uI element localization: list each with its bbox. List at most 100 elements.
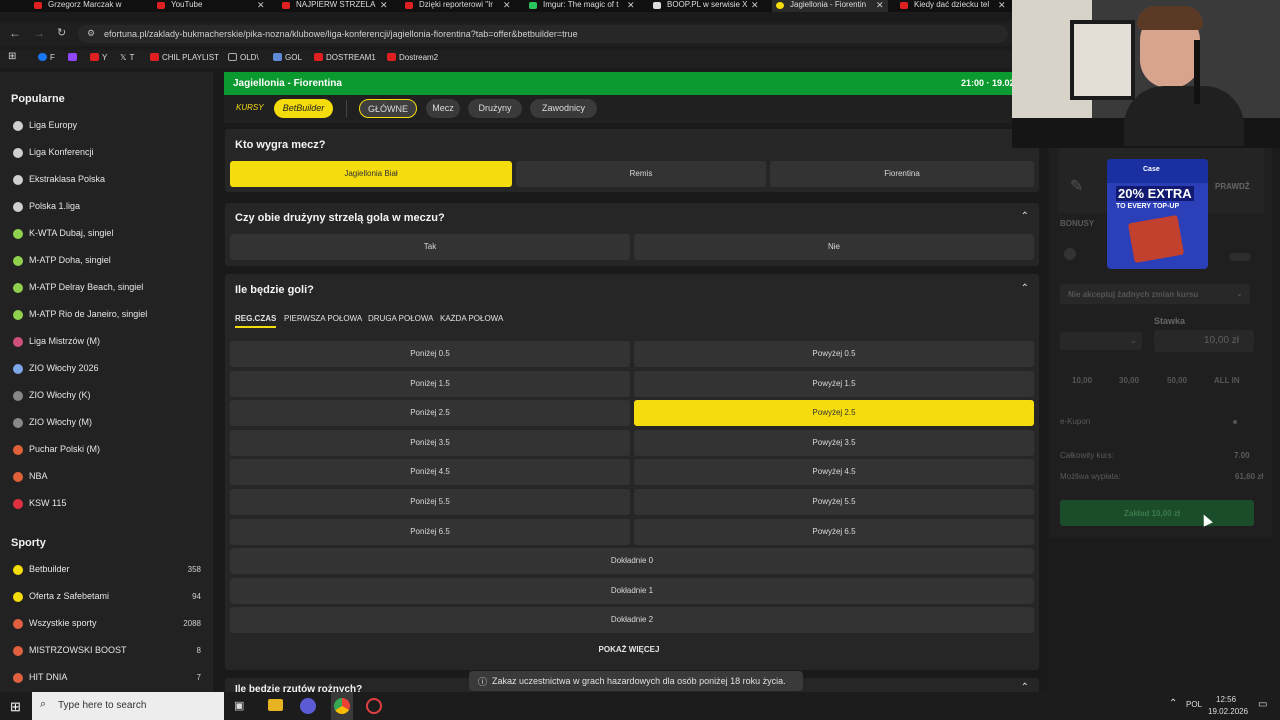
odds-button[interactable]: Poniżej 3.5 xyxy=(230,429,630,456)
obs-icon[interactable] xyxy=(366,698,382,714)
payment-method-select[interactable]: ⌄ xyxy=(1060,332,1142,350)
ekupon-toggle[interactable] xyxy=(1233,420,1237,424)
subtab-regular-time[interactable]: REG.CZAS xyxy=(235,314,277,328)
forward-icon[interactable]: → xyxy=(33,26,45,40)
odds-button[interactable]: Powyżej 0.5 xyxy=(634,341,1034,367)
quick-stake-button[interactable]: 10,00 xyxy=(1072,376,1092,385)
betbuilder-toggle[interactable]: BetBuilder xyxy=(274,99,333,118)
tab-zawodnicy[interactable]: Zawodnicy xyxy=(530,99,597,118)
reload-icon[interactable]: ↻ xyxy=(57,26,66,39)
tab-druzyny[interactable]: Drużyny xyxy=(468,99,522,118)
subtab-first-half[interactable]: PIERWSZA POŁOWA xyxy=(284,314,362,323)
close-icon[interactable]: ✕ xyxy=(751,0,759,11)
bookmark-dostream1[interactable]: DOSTREAM1 xyxy=(314,53,376,62)
close-icon[interactable]: ✕ xyxy=(998,0,1006,11)
site-info-icon[interactable]: ⚙ xyxy=(87,28,95,39)
odds-button[interactable]: Poniżej 4.5 xyxy=(230,459,630,486)
file-explorer-icon[interactable] xyxy=(268,699,283,711)
task-view-icon[interactable]: ▣ xyxy=(234,699,244,712)
tab-mecz[interactable]: Mecz xyxy=(426,99,460,118)
show-more-button[interactable]: POKAŻ WIĘCEJ xyxy=(225,645,1033,654)
all-in-button[interactable]: ALL IN xyxy=(1214,376,1240,385)
odds-button[interactable]: Powyżej 1.5 xyxy=(634,370,1034,397)
browser-tab[interactable]: BOOP.PL w serwisie X ✕ xyxy=(651,0,763,12)
bookmark-gol[interactable]: GOL xyxy=(273,53,302,62)
sidebar-item[interactable]: Liga Europy xyxy=(0,115,213,137)
subtab-each-half[interactable]: KAŻDA POŁOWA xyxy=(440,314,503,323)
odds-button[interactable]: Dokładnie 1 xyxy=(230,577,1034,604)
bookmark-facebook[interactable]: F xyxy=(38,53,55,62)
place-bet-button[interactable]: Zakład 10,00 zł xyxy=(1060,500,1254,526)
tab-glowne[interactable]: GŁÓWNE xyxy=(359,99,417,118)
kursy-tab[interactable]: KURSY xyxy=(236,103,264,112)
chrome-icon[interactable] xyxy=(334,698,350,714)
stake-input[interactable]: 10,00 zł xyxy=(1154,330,1254,352)
close-icon[interactable]: ✕ xyxy=(503,0,511,11)
clock-date[interactable]: 19.02.2026 xyxy=(1208,707,1248,716)
odds-button[interactable]: Powyżej 5.5 xyxy=(634,489,1034,515)
close-icon[interactable]: ✕ xyxy=(380,0,388,11)
odds-change-select[interactable]: Nie akceptuj żadnych zmian kursu ⌄ xyxy=(1060,284,1250,304)
chevron-up-icon[interactable]: ⌃ xyxy=(1169,698,1177,709)
chevron-up-icon[interactable]: ⌃ xyxy=(1021,283,1029,294)
close-icon[interactable]: ✕ xyxy=(876,0,884,11)
browser-tab[interactable]: YouTube ✕ xyxy=(155,0,270,12)
sidebar-sport-item[interactable]: HIT DNIA 7 xyxy=(0,667,213,689)
quick-stake-button[interactable]: 30,00 xyxy=(1119,376,1139,385)
bookmark-twitch[interactable] xyxy=(68,53,80,62)
clock-time[interactable]: 12:56 xyxy=(1216,695,1236,704)
sidebar-item[interactable]: ZIO Włochy 2026 xyxy=(0,358,213,380)
sidebar-sport-item[interactable]: MISTRZOWSKI BOOST 8 xyxy=(0,640,213,662)
browser-tab[interactable]: NAJPIERW STRZELA ✕ xyxy=(280,0,392,12)
odds-button[interactable]: Poniżej 6.5 xyxy=(230,518,630,545)
bonus-toggle[interactable] xyxy=(1229,253,1251,261)
odds-button[interactable]: Fiorentina xyxy=(770,161,1034,187)
apps-grid-icon[interactable]: ⊞ xyxy=(8,51,16,62)
discord-icon[interactable] xyxy=(300,698,316,714)
sidebar-item[interactable]: NBA xyxy=(0,466,213,488)
sidebar-item[interactable]: Liga Konferencji xyxy=(0,142,213,164)
bookmark-folder-old[interactable]: OLD\ xyxy=(228,53,259,62)
bookmark-x[interactable]: 𝕏T xyxy=(120,53,134,62)
windows-start-icon[interactable]: ⊞ xyxy=(10,699,21,715)
odds-button[interactable]: Poniżej 5.5 xyxy=(230,489,630,515)
back-icon[interactable]: ← xyxy=(9,26,21,40)
odds-button[interactable]: Powyżej 2.5 xyxy=(634,400,1034,427)
close-icon[interactable]: ✕ xyxy=(627,0,635,11)
sidebar-item[interactable]: Liga Mistrzów (M) xyxy=(0,331,213,353)
odds-button[interactable]: Dokładnie 0 xyxy=(230,548,1034,574)
odds-button[interactable]: Tak xyxy=(230,234,630,260)
address-bar[interactable]: ⚙ efortuna.pl/zaklady-bukmacherskie/pika… xyxy=(78,25,1008,43)
sidebar-item[interactable]: M-ATP Rio de Janeiro, singiel xyxy=(0,304,213,326)
close-icon[interactable]: ✕ xyxy=(257,0,265,11)
bookmark-dostream2[interactable]: Dostream2 xyxy=(387,53,438,62)
odds-button[interactable]: Powyżej 6.5 xyxy=(634,518,1034,545)
language-indicator[interactable]: POL xyxy=(1186,700,1202,709)
sidebar-sport-item[interactable]: Betbuilder 358 xyxy=(0,559,213,581)
notification-icon[interactable]: ▭ xyxy=(1258,699,1267,710)
browser-tab[interactable]: Dzięki reporterowi "Ir ✕ xyxy=(403,0,515,12)
odds-button[interactable]: Nie xyxy=(634,234,1034,260)
sidebar-item[interactable]: Ekstraklasa Polska xyxy=(0,169,213,191)
sidebar-item[interactable]: Polska 1.liga xyxy=(0,196,213,218)
sidebar-item[interactable]: Puchar Polski (M) xyxy=(0,439,213,461)
sidebar-item[interactable]: ZIO Włochy (M) xyxy=(0,412,213,434)
sidebar-sport-item[interactable]: Wszystkie sporty 2088 xyxy=(0,613,213,635)
odds-button[interactable]: Powyżej 4.5 xyxy=(634,459,1034,486)
betslip-check[interactable]: PRAWDŹ xyxy=(1215,182,1250,191)
sidebar-item[interactable]: M-ATP Doha, singiel xyxy=(0,250,213,272)
sidebar-sport-item[interactable]: Oferta z Safebetami 94 xyxy=(0,586,213,608)
bookmark-youtube[interactable]: Y xyxy=(90,53,107,62)
odds-button[interactable]: Powyżej 3.5 xyxy=(634,429,1034,456)
sidebar-item[interactable]: M-ATP Delray Beach, singiel xyxy=(0,277,213,299)
sidebar-item[interactable]: ZIO Włochy (K) xyxy=(0,385,213,407)
odds-button[interactable]: Poniżej 1.5 xyxy=(230,370,630,397)
chevron-up-icon[interactable]: ⌃ xyxy=(1021,211,1029,222)
odds-button[interactable]: Poniżej 0.5 xyxy=(230,341,630,367)
taskbar-search[interactable]: ⌕ Type here to search xyxy=(32,692,224,720)
odds-button[interactable]: Poniżej 2.5 xyxy=(230,400,630,427)
subtab-second-half[interactable]: DRUGA POŁOWA xyxy=(368,314,434,323)
quick-stake-button[interactable]: 50,00 xyxy=(1167,376,1187,385)
promo-banner[interactable]: Case 20% EXTRA TO EVERY TOP-UP xyxy=(1107,159,1208,269)
odds-button[interactable]: Dokładnie 2 xyxy=(230,607,1034,634)
